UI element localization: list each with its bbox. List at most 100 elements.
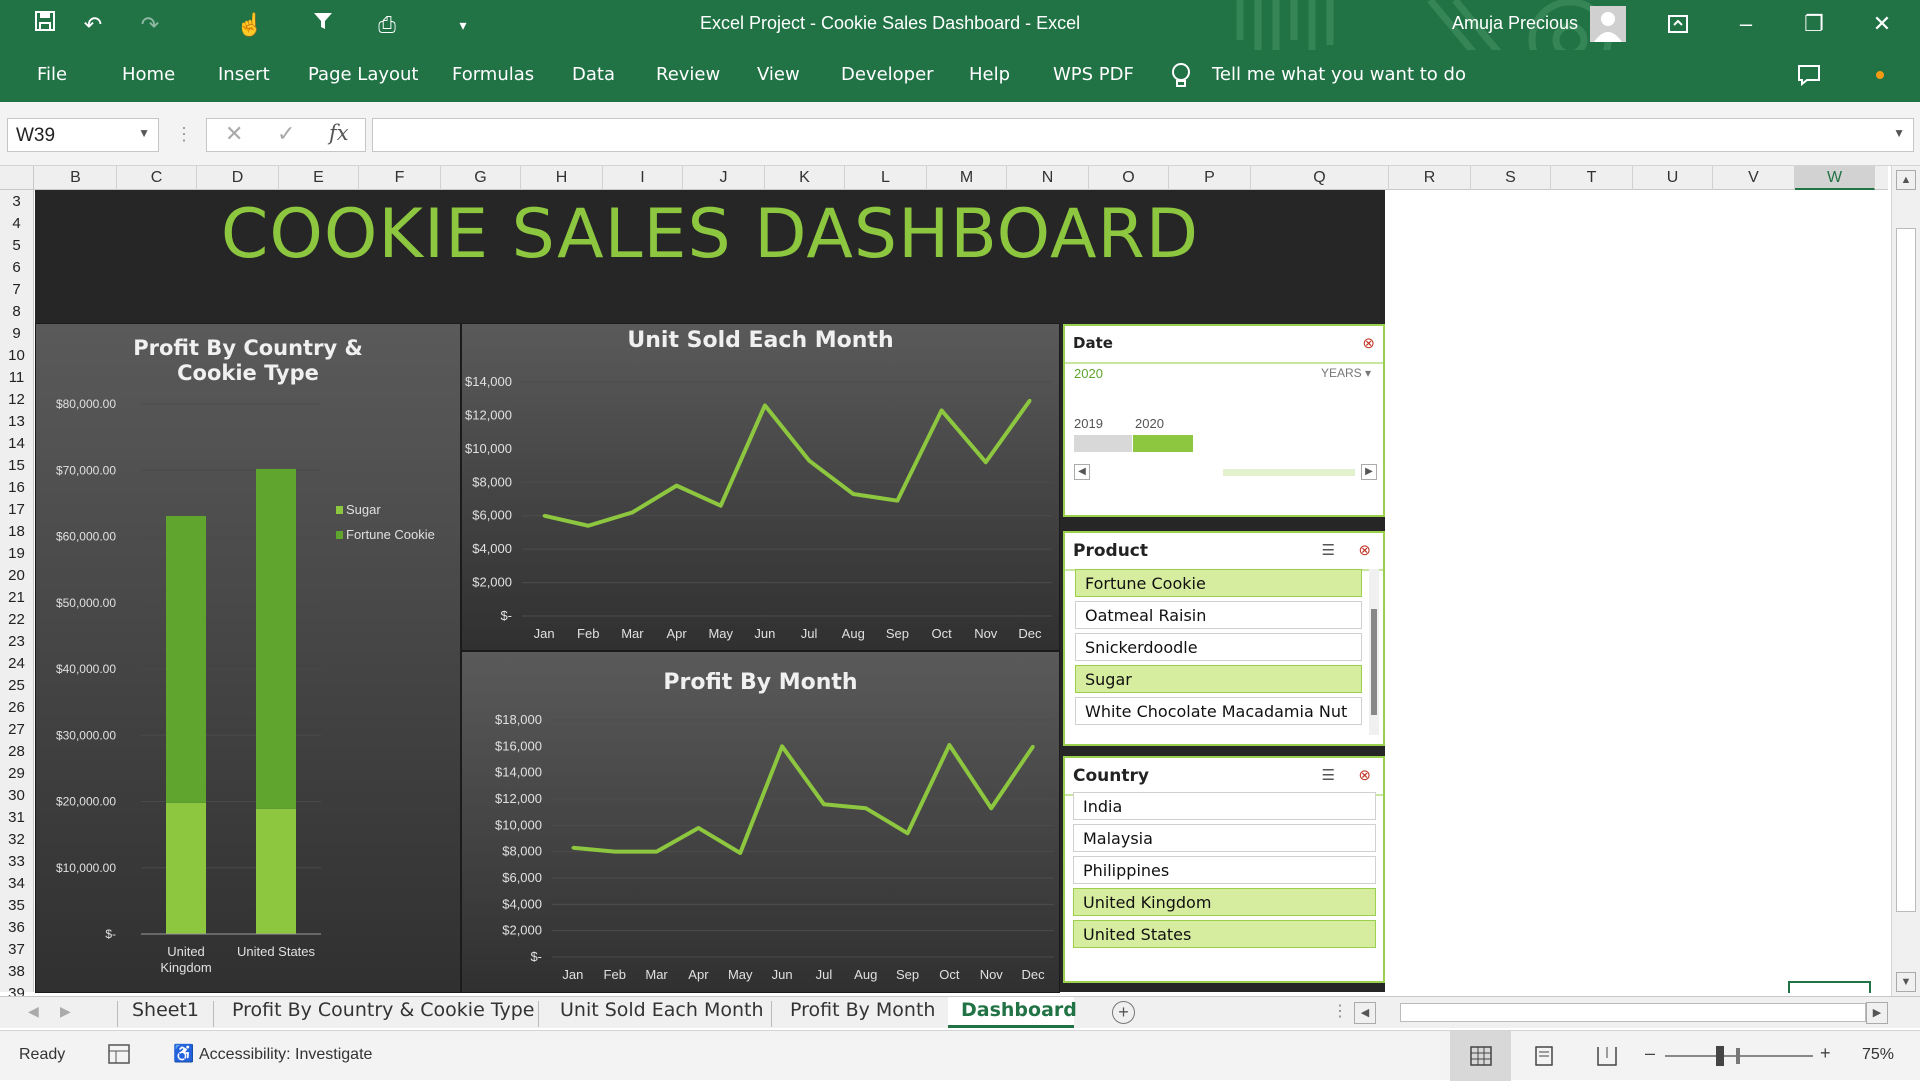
row-header-8[interactable]: 8 [0,303,33,320]
column-header-f[interactable]: F [359,166,441,190]
comments-icon[interactable] [1797,64,1821,91]
scroll-left-icon[interactable]: ◀ [1074,464,1090,480]
undo-icon[interactable]: ↶ [78,10,108,40]
timeline-bar-2020[interactable] [1133,435,1193,452]
tab-scroll-right-icon[interactable]: ▶ [60,1003,71,1020]
column-header-n[interactable]: N [1007,166,1089,190]
column-header-p[interactable]: P [1169,166,1251,190]
timeline-scrollbar[interactable] [1223,469,1355,476]
slicer-item-sugar[interactable]: Sugar [1075,665,1362,693]
row-header-31[interactable]: 31 [0,809,33,826]
row-header-10[interactable]: 10 [0,347,33,364]
filter-icon[interactable] [308,10,338,40]
tell-me-search[interactable]: Tell me what you want to do [1212,64,1466,85]
row-header-38[interactable]: 38 [0,963,33,980]
page-break-view-icon[interactable] [1596,1046,1618,1071]
slicer-item-philippines[interactable]: Philippines [1073,856,1376,884]
slicer-item-white-chocolate[interactable]: White Chocolate Macadamia Nut [1075,697,1362,725]
multi-select-icon[interactable]: ☰ [1322,766,1335,784]
ribbon-display-options-icon[interactable] [1648,0,1708,50]
row-header-6[interactable]: 6 [0,259,33,276]
row-header-29[interactable]: 29 [0,765,33,782]
scroll-down-icon[interactable]: ▼ [1896,972,1916,992]
page-layout-view-icon[interactable] [1533,1046,1555,1071]
tab-help[interactable]: Help [969,64,1010,85]
tab-insert[interactable]: Insert [218,64,270,85]
row-header-18[interactable]: 18 [0,523,33,540]
row-header-16[interactable]: 16 [0,479,33,496]
row-header-28[interactable]: 28 [0,743,33,760]
row-header-12[interactable]: 12 [0,391,33,408]
printer-icon[interactable]: ⎙ [372,10,402,40]
tab-file[interactable]: File [37,64,67,85]
formula-input[interactable]: ▼ [372,118,1914,152]
tab-view[interactable]: View [757,64,800,85]
row-header-26[interactable]: 26 [0,699,33,716]
clear-filter-icon[interactable]: ⊗ [1358,541,1371,559]
row-header-37[interactable]: 37 [0,941,33,958]
restore-button[interactable]: ❐ [1784,0,1844,50]
column-header-j[interactable]: J [683,166,765,190]
column-header-m[interactable]: M [927,166,1007,190]
slicer-scrollbar[interactable] [1369,569,1379,735]
column-header-o[interactable]: O [1089,166,1169,190]
add-sheet-icon[interactable]: + [1112,1001,1135,1024]
timeline-level-dropdown[interactable]: YEARS ▾ [1321,366,1371,380]
product-slicer[interactable]: Product ☰ ⊗ Fortune Cookie Oatmeal Raisi… [1063,531,1385,746]
column-header-k[interactable]: K [765,166,845,190]
slicer-item-india[interactable]: India [1073,792,1376,820]
column-header-d[interactable]: D [197,166,279,190]
clear-filter-icon[interactable]: ⊗ [1362,334,1375,352]
zoom-level[interactable]: 75% [1862,1046,1894,1064]
row-header-36[interactable]: 36 [0,919,33,936]
row-header-14[interactable]: 14 [0,435,33,452]
cancel-icon[interactable]: ✕ [225,121,243,147]
row-header-32[interactable]: 32 [0,831,33,848]
user-name[interactable]: Amuja Precious [1452,13,1578,34]
tab-scroll-left-icon[interactable]: ◀ [28,1003,39,1020]
row-header-20[interactable]: 20 [0,567,33,584]
row-header-27[interactable]: 27 [0,721,33,738]
zoom-slider-thumb[interactable] [1716,1046,1724,1066]
sheet-tab-profit-by-country[interactable]: Profit By Country & Cookie Type [232,999,534,1021]
column-header-i[interactable]: I [603,166,683,190]
column-header-s[interactable]: S [1471,166,1551,190]
horizontal-scrollbar[interactable] [1400,1003,1866,1022]
tab-home[interactable]: Home [122,64,175,85]
slicer-item-oatmeal-raisin[interactable]: Oatmeal Raisin [1075,601,1362,629]
zoom-in-button[interactable]: + [1820,1043,1831,1064]
vertical-scrollbar[interactable]: ▲ ▼ [1891,166,1920,996]
row-header-9[interactable]: 9 [0,325,33,342]
column-header-q[interactable]: Q [1251,166,1389,190]
row-header-33[interactable]: 33 [0,853,33,870]
accessibility-status[interactable]: Accessibility: Investigate [199,1046,372,1064]
row-header-30[interactable]: 30 [0,787,33,804]
enter-icon[interactable]: ✓ [277,121,295,147]
lightbulb-icon[interactable] [1170,62,1192,95]
tab-page-layout[interactable]: Page Layout [308,64,419,85]
column-header-r[interactable]: R [1389,166,1471,190]
column-header-t[interactable]: T [1551,166,1633,190]
scroll-right-icon[interactable]: ▶ [1361,464,1377,480]
column-header-w[interactable]: W [1795,166,1875,190]
column-header-b[interactable]: B [35,166,117,190]
select-all-corner[interactable] [0,166,34,190]
row-header-22[interactable]: 22 [0,611,33,628]
redo-icon[interactable]: ↷ [135,10,165,40]
tab-splitter-icon[interactable]: ⋮ [1332,1001,1348,1021]
slicer-item-snickerdoodle[interactable]: Snickerdoodle [1075,633,1362,661]
row-header-17[interactable]: 17 [0,501,33,518]
profit-by-month-chart[interactable]: Profit By Month $- $2,000 $4,000 $6,000 $8,0… [461,651,1060,993]
accessibility-icon[interactable]: ♿ [173,1044,194,1064]
unit-sold-chart[interactable]: Unit Sold Each Month $- $2,000 $4,000 $6,00… [461,323,1060,651]
column-header-u[interactable]: U [1633,166,1713,190]
insert-function-icon[interactable]: fx [329,121,349,145]
avatar[interactable] [1590,6,1626,42]
column-header-c[interactable]: C [117,166,197,190]
customize-toolbar-icon[interactable]: ▾ [448,10,478,40]
column-header-h[interactable]: H [521,166,603,190]
close-button[interactable]: ✕ [1852,0,1912,50]
name-box[interactable]: W39 ▼ [7,118,159,152]
column-header-l[interactable]: L [845,166,927,190]
row-header-25[interactable]: 25 [0,677,33,694]
